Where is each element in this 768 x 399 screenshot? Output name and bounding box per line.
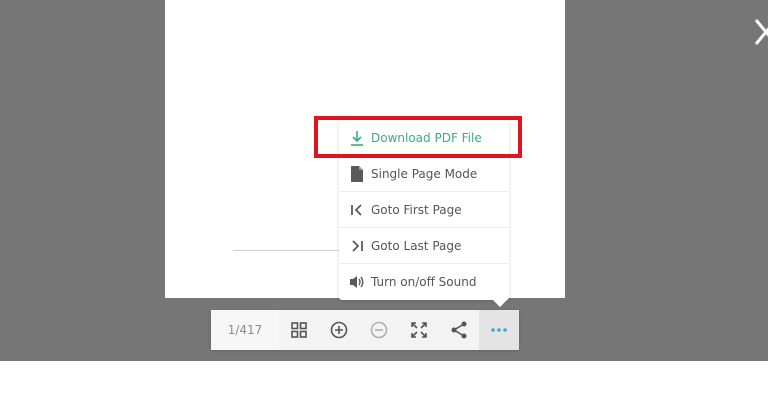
first-page-icon: [349, 202, 365, 218]
close-icon[interactable]: [748, 14, 768, 54]
zoom-in-button[interactable]: [319, 310, 359, 350]
more-icon: [491, 328, 507, 332]
last-page-icon: [349, 238, 365, 254]
menu-pointer: [492, 299, 508, 307]
menu-item-toggle-sound[interactable]: Turn on/off Sound: [339, 264, 509, 300]
menu-item-goto-first-page[interactable]: Goto First Page: [339, 192, 509, 228]
thumbnails-button[interactable]: [279, 310, 319, 350]
sound-icon: [349, 274, 365, 290]
share-icon: [451, 321, 467, 339]
viewer-toolbar: 1/417: [211, 310, 519, 350]
menu-item-label: Goto First Page: [371, 202, 462, 217]
menu-item-download-pdf[interactable]: Download PDF File: [339, 120, 509, 156]
page-indicator: 1/417: [211, 310, 279, 350]
menu-item-label: Turn on/off Sound: [371, 275, 477, 289]
fullscreen-button[interactable]: [399, 310, 439, 350]
menu-item-goto-last-page[interactable]: Goto Last Page: [339, 228, 509, 264]
menu-item-single-page-mode[interactable]: Single Page Mode: [339, 156, 509, 192]
menu-item-label: Single Page Mode: [371, 166, 478, 181]
menu-item-label: Download PDF File: [371, 130, 482, 145]
share-button[interactable]: [439, 310, 479, 350]
menu-item-label: Goto Last Page: [371, 238, 462, 253]
fullscreen-icon: [411, 322, 427, 338]
viewer-backdrop: Download PDF File Single Page Mode Goto …: [0, 0, 768, 361]
download-icon: [349, 130, 365, 146]
thumbnails-icon: [291, 322, 307, 338]
more-options-button[interactable]: [479, 310, 519, 350]
zoom-out-button[interactable]: [359, 310, 399, 350]
more-options-menu: Download PDF File Single Page Mode Goto …: [339, 120, 509, 300]
document-icon: [349, 165, 365, 182]
zoom-out-icon: [370, 321, 388, 339]
zoom-in-icon: [330, 321, 348, 339]
